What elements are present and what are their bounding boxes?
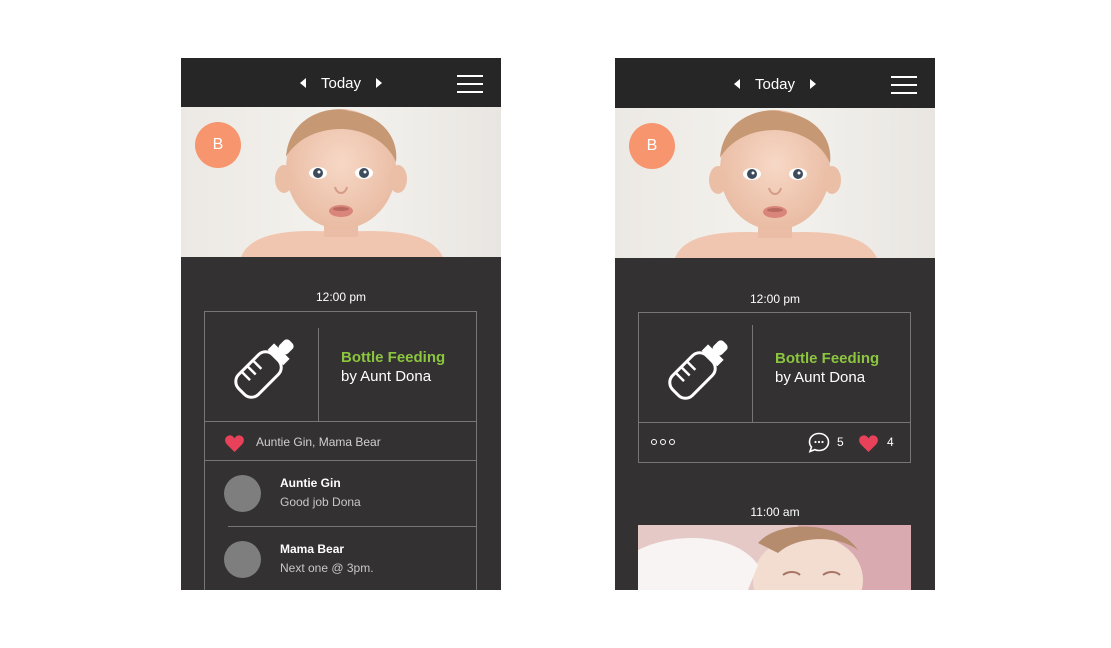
activity-title: Bottle Feeding [775, 350, 880, 367]
comment-text: Next one @ 3pm. [280, 561, 374, 575]
phone-screen-comments: Today B 12:00 pm Bottle Feeding by Aunt … [181, 58, 501, 590]
heart-icon[interactable] [858, 434, 879, 453]
prev-day-icon[interactable] [733, 79, 740, 89]
heart-icon[interactable] [224, 434, 245, 453]
phone-screen-feed: Today B 12:00 pm Bottle Feeding by Aunt … [615, 58, 935, 590]
commenter-avatar[interactable] [224, 541, 261, 578]
likes-row: Auntie Gin, Mama Bear [205, 422, 476, 461]
top-bar: Today [181, 58, 501, 107]
more-options-icon[interactable] [651, 439, 675, 445]
activity-author: by Aunt Dona [775, 369, 866, 386]
entry-header: Bottle Feeding by Aunt Dona [205, 312, 476, 422]
activity-author: by Aunt Dona [341, 368, 432, 385]
date-navigator: Today [181, 72, 501, 94]
comment-count: 5 [837, 435, 844, 449]
entry-time: 12:00 pm [315, 290, 367, 304]
next-day-icon[interactable] [810, 79, 817, 89]
top-bar: Today [615, 58, 935, 108]
entry-time: 12:00 pm [749, 292, 801, 306]
comment-text: Good job Dona [280, 495, 361, 509]
prev-day-icon[interactable] [299, 78, 306, 88]
comment-item: Mama Bear Next one @ 3pm. [205, 527, 476, 590]
menu-icon[interactable] [891, 75, 917, 95]
feeding-entry-card[interactable]: Bottle Feeding by Aunt Dona 5 4 [638, 312, 911, 463]
card-divider [318, 328, 319, 422]
date-label: Today [320, 74, 362, 92]
date-label: Today [754, 75, 796, 93]
profile-avatar[interactable]: B [195, 122, 241, 168]
commenter-avatar[interactable] [224, 475, 261, 512]
likes-names: Auntie Gin, Mama Bear [256, 435, 381, 449]
profile-avatar[interactable]: B [629, 123, 675, 169]
card-divider [752, 325, 753, 423]
comment-icon[interactable] [808, 432, 830, 453]
commenter-name: Auntie Gin [280, 476, 341, 490]
activity-title: Bottle Feeding [341, 349, 446, 366]
entry-actions: 5 4 [639, 423, 910, 461]
entry-header: Bottle Feeding by Aunt Dona [639, 313, 910, 423]
sleeping-baby-photo[interactable] [638, 525, 911, 590]
baby-bottle-icon [230, 330, 303, 403]
commenter-name: Mama Bear [280, 542, 345, 556]
entry-time: 11:00 am [750, 505, 800, 519]
next-day-icon[interactable] [376, 78, 383, 88]
like-count: 4 [887, 435, 894, 449]
baby-bottle-icon [664, 331, 737, 404]
menu-icon[interactable] [457, 74, 483, 94]
comment-item: Auntie Gin Good job Dona [205, 461, 476, 526]
feeding-entry-card[interactable]: Bottle Feeding by Aunt Dona Auntie Gin, … [204, 311, 477, 590]
date-navigator: Today [615, 73, 935, 95]
